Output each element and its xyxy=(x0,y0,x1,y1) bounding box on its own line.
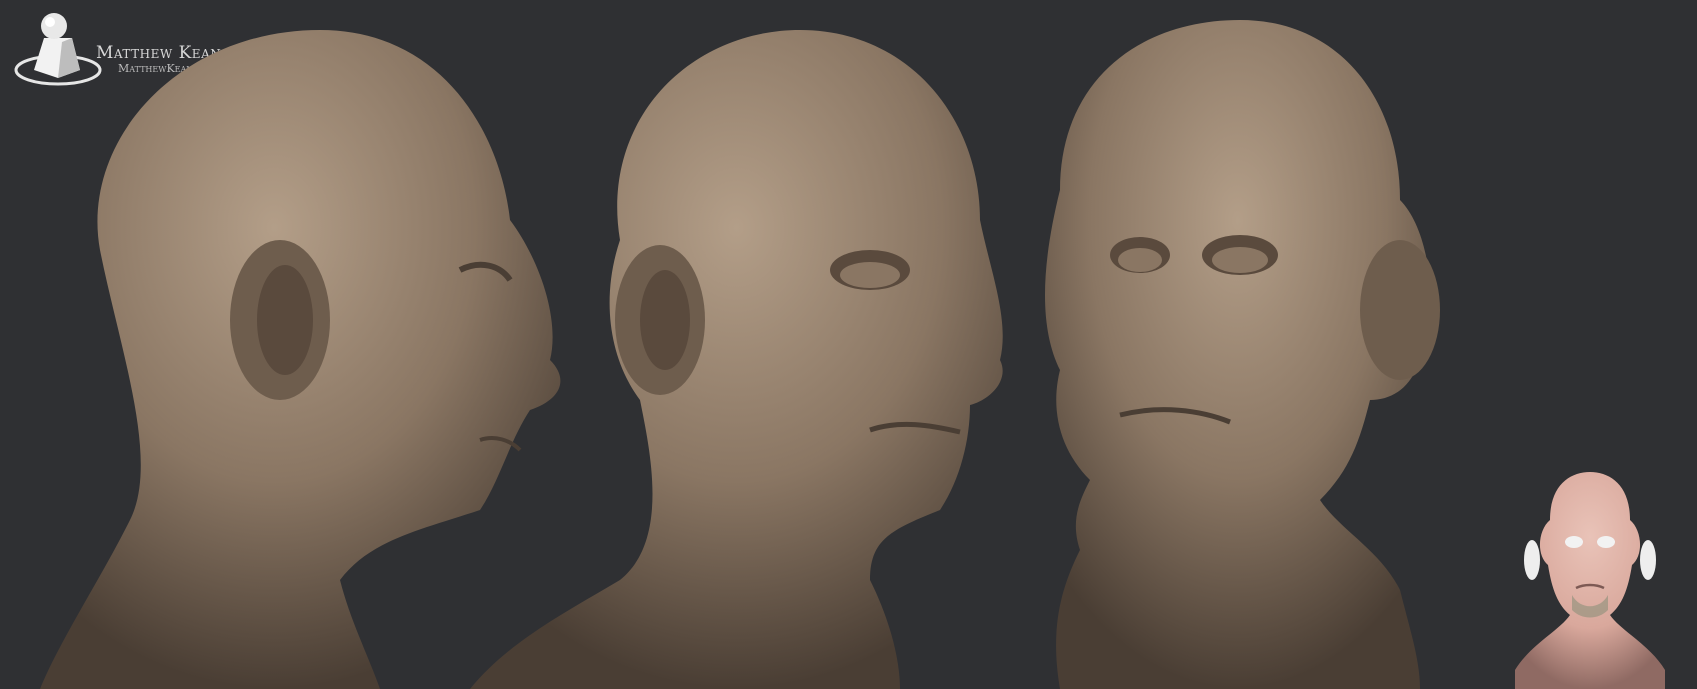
sculpt-three-quarter-right-view xyxy=(470,30,1003,689)
sculpt-color-preview xyxy=(1515,472,1665,689)
sculpt-three-quarter-left-view xyxy=(1045,20,1440,689)
sculpt-presentation: Matthew Kean MatthewKean.com xyxy=(0,0,1697,689)
